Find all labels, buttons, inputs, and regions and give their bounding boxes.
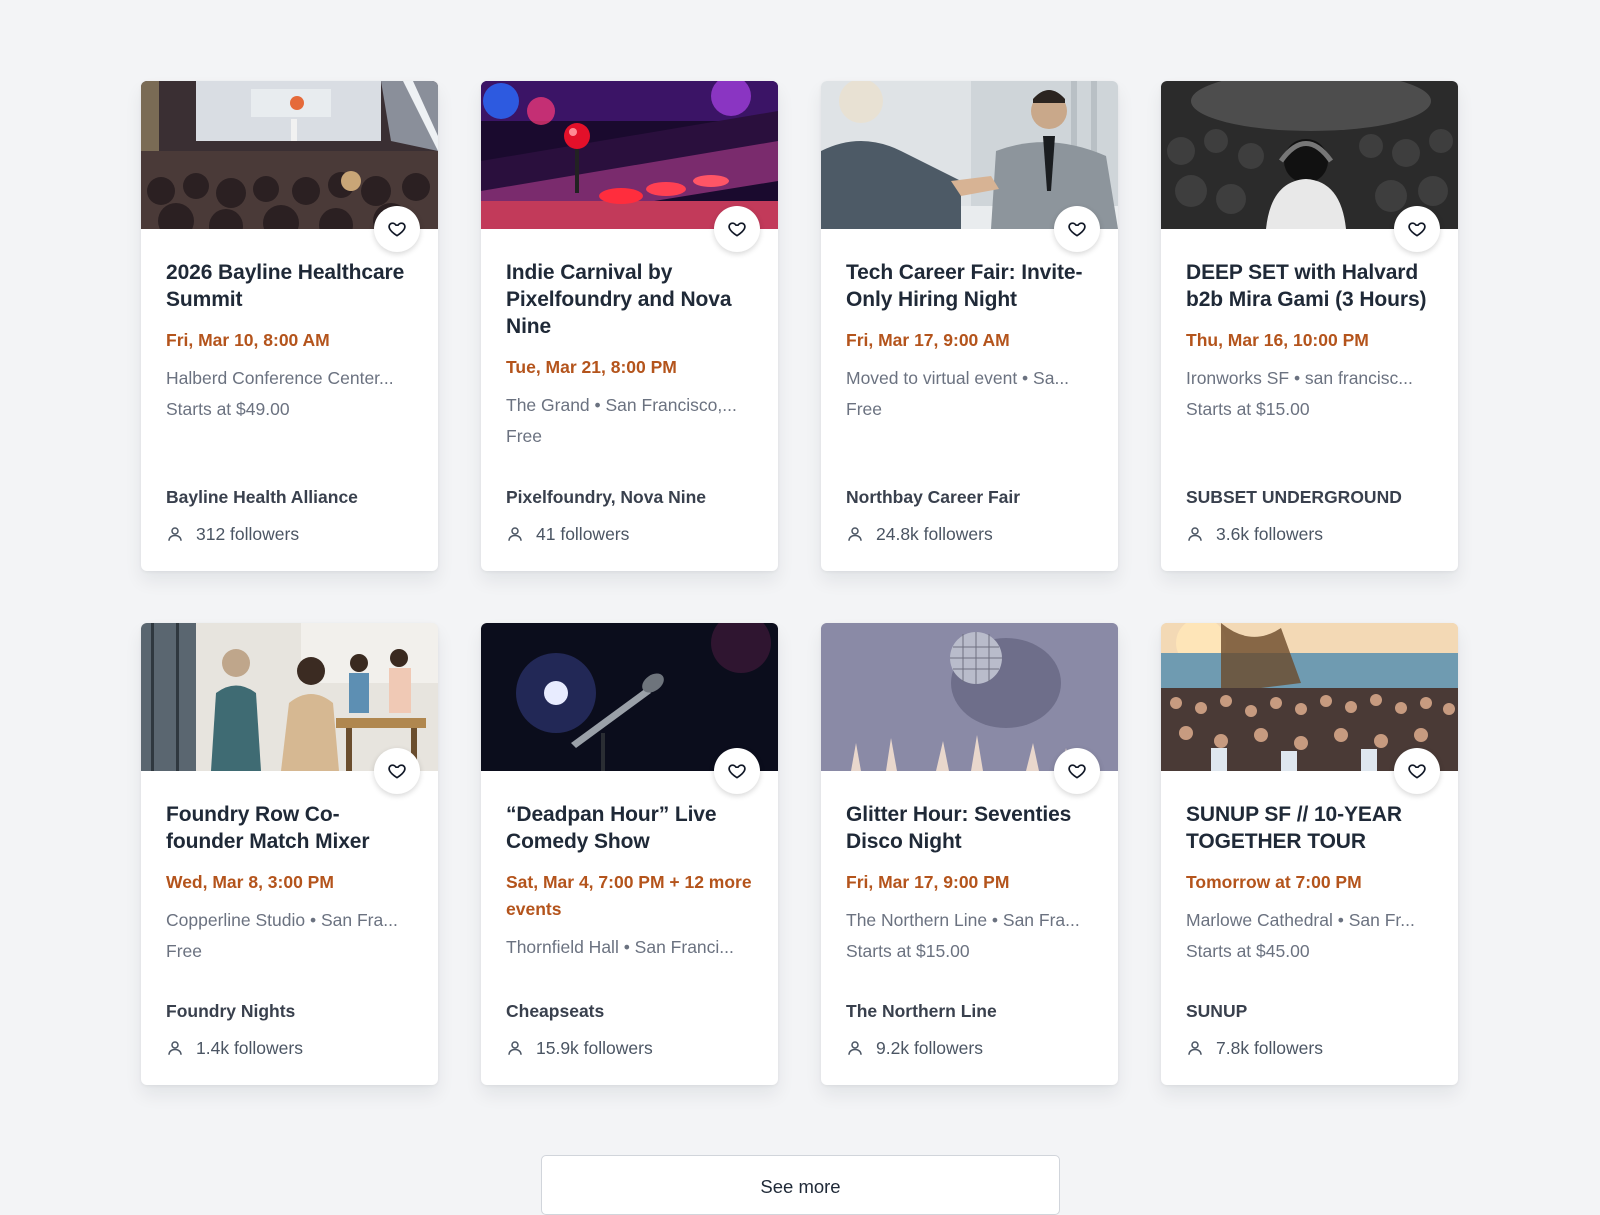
event-date: Fri, Mar 17, 9:00 PM	[846, 872, 1010, 892]
like-button[interactable]	[1394, 206, 1440, 252]
heart-icon	[728, 764, 746, 779]
event-date: Sat, Mar 4, 7:00 PM + 12 more events	[506, 872, 752, 919]
organizer-name[interactable]: SUNUP	[1186, 999, 1433, 1023]
event-venue: Copperline Studio • San Fra...	[166, 910, 398, 930]
like-button[interactable]	[714, 206, 760, 252]
event-price: Starts at $15.00	[1186, 399, 1310, 419]
organizer-name[interactable]: Cheapseats	[506, 999, 753, 1023]
organizer-followers: 41 followers	[506, 522, 753, 546]
followers-count: 312 followers	[196, 524, 300, 544]
event-card[interactable]: 2026 Bayline Healthcare Summit Fri, Mar …	[141, 81, 438, 571]
heart-icon	[1068, 222, 1086, 237]
event-price: Free	[846, 399, 882, 419]
organizer-followers: 9.2k followers	[846, 1036, 1093, 1060]
heart-icon	[388, 222, 406, 237]
person-icon	[168, 1041, 182, 1055]
like-button[interactable]	[374, 748, 420, 794]
organizer-name[interactable]: The Northern Line	[846, 999, 1093, 1023]
person-icon	[848, 527, 862, 541]
organizer-name[interactable]: SUBSET UNDERGROUND	[1186, 485, 1433, 509]
event-card[interactable]: “Deadpan Hour” Live Comedy Show Sat, Mar…	[481, 623, 778, 1085]
event-venue: Moved to virtual event • Sa...	[846, 368, 1070, 388]
heart-icon	[388, 764, 406, 779]
followers-count: 15.9k followers	[536, 1038, 653, 1058]
event-title[interactable]: Glitter Hour: Seventies Disco Night	[846, 801, 1093, 855]
event-card[interactable]: Foundry Row Co-founder Match Mixer Wed, …	[141, 623, 438, 1085]
person-icon	[848, 1041, 862, 1055]
followers-count: 1.4k followers	[196, 1038, 303, 1058]
like-button[interactable]	[1054, 206, 1100, 252]
organizer-followers: 3.6k followers	[1186, 522, 1433, 546]
event-venue: The Grand • San Francisco,...	[506, 395, 737, 415]
heart-icon	[1408, 222, 1426, 237]
heart-icon	[1408, 764, 1426, 779]
organizer-followers: 24.8k followers	[846, 522, 1093, 546]
event-card[interactable]: Tech Career Fair: Invite-Only Hiring Nig…	[821, 81, 1118, 571]
event-card[interactable]: SUNUP SF // 10-YEAR TOGETHER TOUR Tomorr…	[1161, 623, 1458, 1085]
event-title[interactable]: Foundry Row Co-founder Match Mixer	[166, 801, 413, 855]
followers-count: 24.8k followers	[876, 524, 993, 544]
event-venue: Marlowe Cathedral • San Fr...	[1186, 910, 1415, 930]
event-date: Thu, Mar 16, 10:00 PM	[1186, 330, 1369, 350]
event-card[interactable]: Glitter Hour: Seventies Disco Night Fri,…	[821, 623, 1118, 1085]
event-date: Fri, Mar 17, 9:00 AM	[846, 330, 1010, 350]
event-price: Starts at $45.00	[1186, 941, 1310, 961]
followers-count: 41 followers	[536, 524, 630, 544]
event-card[interactable]: DEEP SET with Halvard b2b Mira Gami (3 H…	[1161, 81, 1458, 571]
event-price: Free	[506, 426, 542, 446]
organizer-followers: 15.9k followers	[506, 1036, 753, 1060]
like-button[interactable]	[714, 748, 760, 794]
like-button[interactable]	[1394, 748, 1440, 794]
event-venue: Ironworks SF • san francisc...	[1186, 368, 1413, 388]
followers-count: 9.2k followers	[876, 1038, 983, 1058]
event-price: Starts at $49.00	[166, 399, 290, 419]
event-card[interactable]: Indie Carnival by Pixelfoundry and Nova …	[481, 81, 778, 571]
person-icon	[508, 527, 522, 541]
event-venue: The Northern Line • San Fra...	[846, 910, 1080, 930]
organizer-name[interactable]: Foundry Nights	[166, 999, 413, 1023]
event-date: Tomorrow at 7:00 PM	[1186, 872, 1362, 892]
event-venue: Thornfield Hall • San Franci...	[506, 937, 734, 957]
followers-count: 3.6k followers	[1216, 524, 1323, 544]
organizer-followers: 1.4k followers	[166, 1036, 413, 1060]
event-price: Starts at $15.00	[846, 941, 970, 961]
event-grid: 2026 Bayline Healthcare Summit Fri, Mar …	[141, 81, 1459, 1085]
event-title[interactable]: SUNUP SF // 10-YEAR TOGETHER TOUR	[1186, 801, 1433, 855]
heart-icon	[728, 222, 746, 237]
event-title[interactable]: “Deadpan Hour” Live Comedy Show	[506, 801, 753, 855]
followers-count: 7.8k followers	[1216, 1038, 1323, 1058]
person-icon	[508, 1041, 522, 1055]
event-title[interactable]: 2026 Bayline Healthcare Summit	[166, 259, 413, 313]
event-title[interactable]: Tech Career Fair: Invite-Only Hiring Nig…	[846, 259, 1093, 313]
organizer-followers: 7.8k followers	[1186, 1036, 1433, 1060]
event-title[interactable]: Indie Carnival by Pixelfoundry and Nova …	[506, 259, 753, 340]
person-icon	[1188, 1041, 1202, 1055]
person-icon	[168, 527, 182, 541]
organizer-name[interactable]: Northbay Career Fair	[846, 485, 1093, 509]
person-icon	[1188, 527, 1202, 541]
event-date: Wed, Mar 8, 3:00 PM	[166, 872, 334, 892]
heart-icon	[1068, 764, 1086, 779]
event-date: Tue, Mar 21, 8:00 PM	[506, 357, 677, 377]
organizer-name[interactable]: Pixelfoundry, Nova Nine	[506, 485, 753, 509]
see-more-button[interactable]: See more	[541, 1155, 1060, 1215]
event-title[interactable]: DEEP SET with Halvard b2b Mira Gami (3 H…	[1186, 259, 1433, 313]
event-venue: Halberd Conference Center...	[166, 368, 394, 388]
organizer-followers: 312 followers	[166, 522, 413, 546]
event-price: Free	[166, 941, 202, 961]
like-button[interactable]	[1054, 748, 1100, 794]
like-button[interactable]	[374, 206, 420, 252]
event-date: Fri, Mar 10, 8:00 AM	[166, 330, 330, 350]
organizer-name[interactable]: Bayline Health Alliance	[166, 485, 413, 509]
